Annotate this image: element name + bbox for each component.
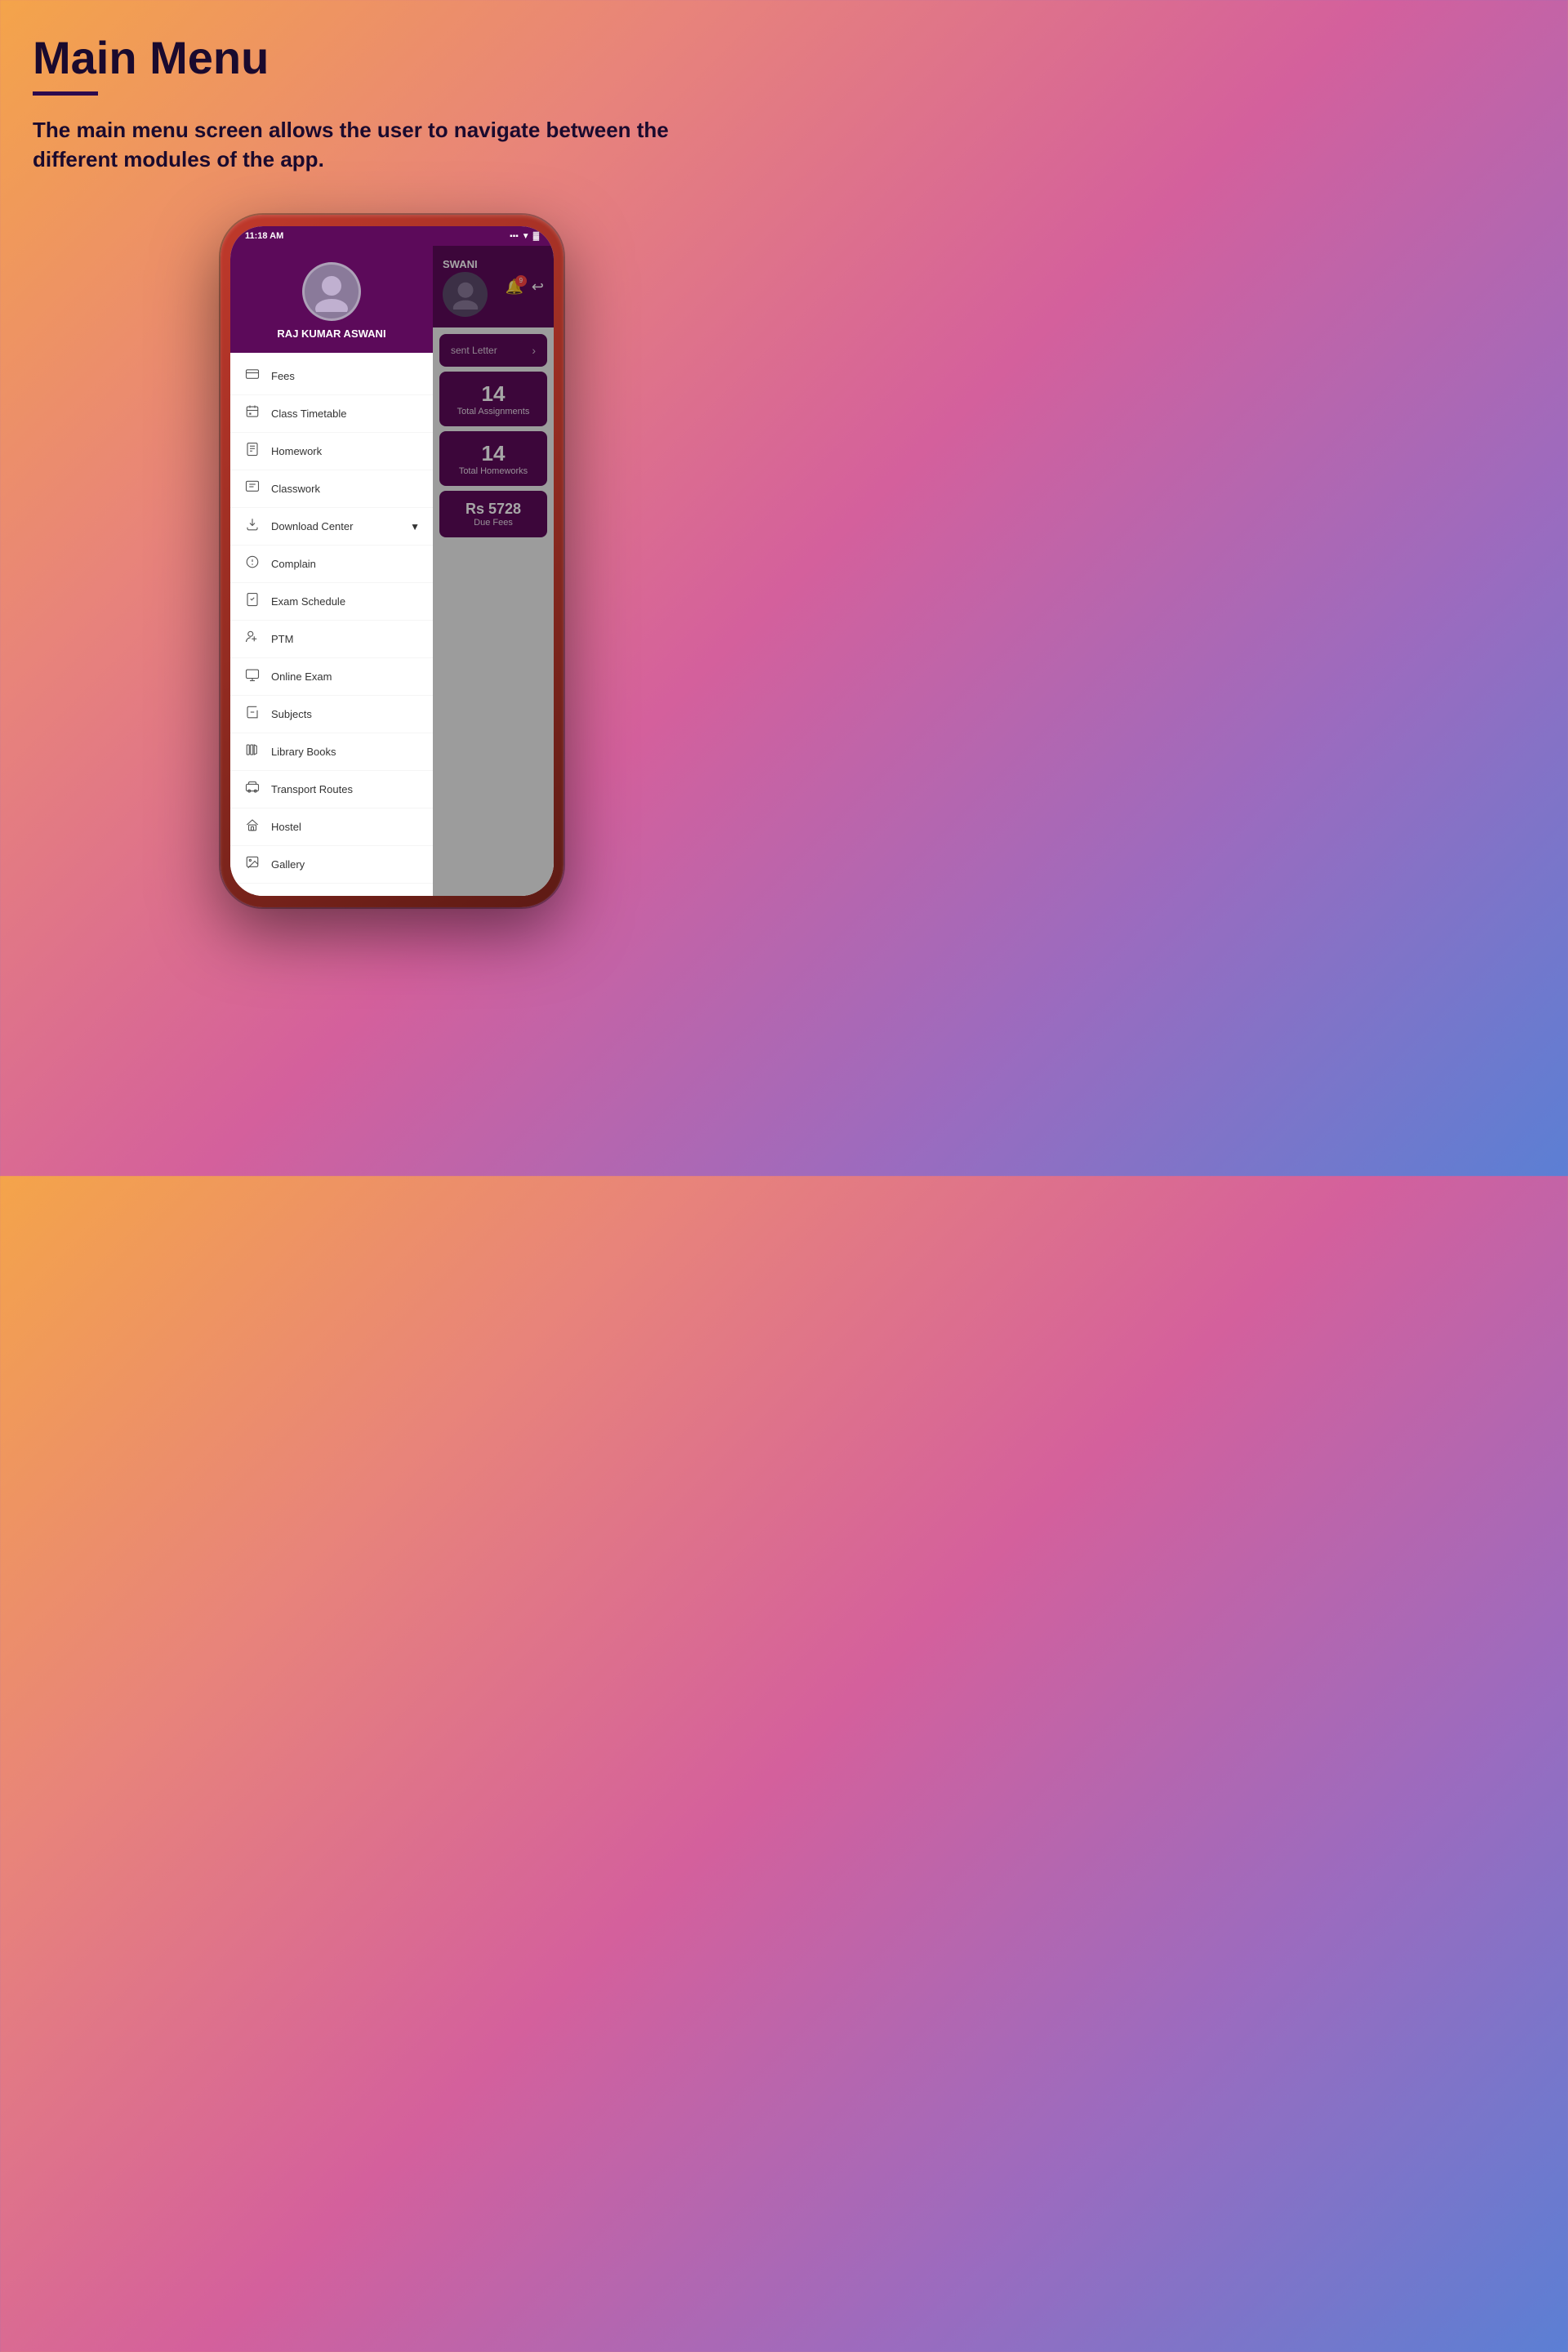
phone-container: 11:18 AM ▪▪▪ ▼ ▓ SWA [33,215,751,907]
menu-item-library-books[interactable]: Library Books [230,733,433,771]
menu-item-homework[interactable]: Homework [230,433,433,470]
page-description: The main menu screen allows the user to … [33,115,735,175]
timetable-label: Class Timetable [271,408,420,420]
status-bar: 11:18 AM ▪▪▪ ▼ ▓ [230,226,554,246]
menu-item-ptm[interactable]: PTM [230,621,433,658]
navigation-drawer: RAJ KUMAR ASWANI Fees [230,246,433,896]
subjects-label: Subjects [271,708,420,720]
menu-item-hostel[interactable]: Hostel [230,808,433,846]
gallery-icon [243,855,261,874]
status-time: 11:18 AM [245,231,283,241]
online-exam-label: Online Exam [271,670,420,683]
phone-screen: 11:18 AM ▪▪▪ ▼ ▓ SWA [230,226,554,896]
phone-outer: 11:18 AM ▪▪▪ ▼ ▓ SWA [220,215,564,907]
download-center-arrow-icon: ▼ [410,521,420,532]
menu-item-transport-routes[interactable]: Transport Routes [230,771,433,808]
screen-content: SWANI [230,246,554,896]
homework-icon [243,442,261,461]
transport-routes-label: Transport Routes [271,783,420,795]
signal-icon: ▪▪▪ [510,232,519,241]
menu-item-complain[interactable]: Complain [230,546,433,583]
complain-label: Complain [271,558,420,570]
classwork-icon [243,479,261,498]
battery-icon: ▓ [533,232,539,241]
drawer-menu: Fees Class Timetable [230,353,433,896]
drawer-user-name: RAJ KUMAR ASWANI [277,327,385,340]
fees-label: Fees [271,370,420,382]
exam-schedule-label: Exam Schedule [271,595,420,608]
title-underline [33,91,98,96]
menu-item-subjects[interactable]: Subjects [230,696,433,733]
menu-item-online-exam[interactable]: Online Exam [230,658,433,696]
ptm-icon [243,630,261,648]
menu-item-fees[interactable]: Fees [230,358,433,395]
page-title: Main Menu [33,33,751,83]
homework-label: Homework [271,445,420,457]
phone-wrapper: 11:18 AM ▪▪▪ ▼ ▓ SWA [220,215,564,907]
status-icons: ▪▪▪ ▼ ▓ [510,232,539,241]
menu-item-classwork[interactable]: Classwork [230,470,433,508]
drawer-header: RAJ KUMAR ASWANI [230,246,433,353]
classwork-label: Classwork [271,483,420,495]
gallery-label: Gallery [271,858,420,871]
transport-icon [243,780,261,799]
complain-icon [243,555,261,573]
ptm-label: PTM [271,633,420,645]
drawer-avatar [302,262,361,321]
drawer-avatar-icon [311,271,352,312]
subjects-icon [243,705,261,724]
menu-item-download-center[interactable]: Download Center ▼ [230,508,433,546]
timetable-icon [243,404,261,423]
library-icon [243,742,261,761]
page-wrapper: Main Menu The main menu screen allows th… [0,0,784,956]
drawer-overlay[interactable] [433,246,554,896]
hostel-label: Hostel [271,821,420,833]
menu-item-gallery[interactable]: Gallery [230,846,433,884]
menu-item-change-password[interactable]: Change Password [230,884,433,896]
fees-icon [243,367,261,385]
password-icon [243,893,261,896]
library-books-label: Library Books [271,746,420,758]
menu-item-exam-schedule[interactable]: Exam Schedule [230,583,433,621]
exam-icon [243,592,261,611]
online-exam-icon [243,667,261,686]
hostel-icon [243,817,261,836]
download-icon [243,517,261,536]
menu-item-class-timetable[interactable]: Class Timetable [230,395,433,433]
download-center-label: Download Center [271,520,400,532]
wifi-icon: ▼ [522,232,530,241]
